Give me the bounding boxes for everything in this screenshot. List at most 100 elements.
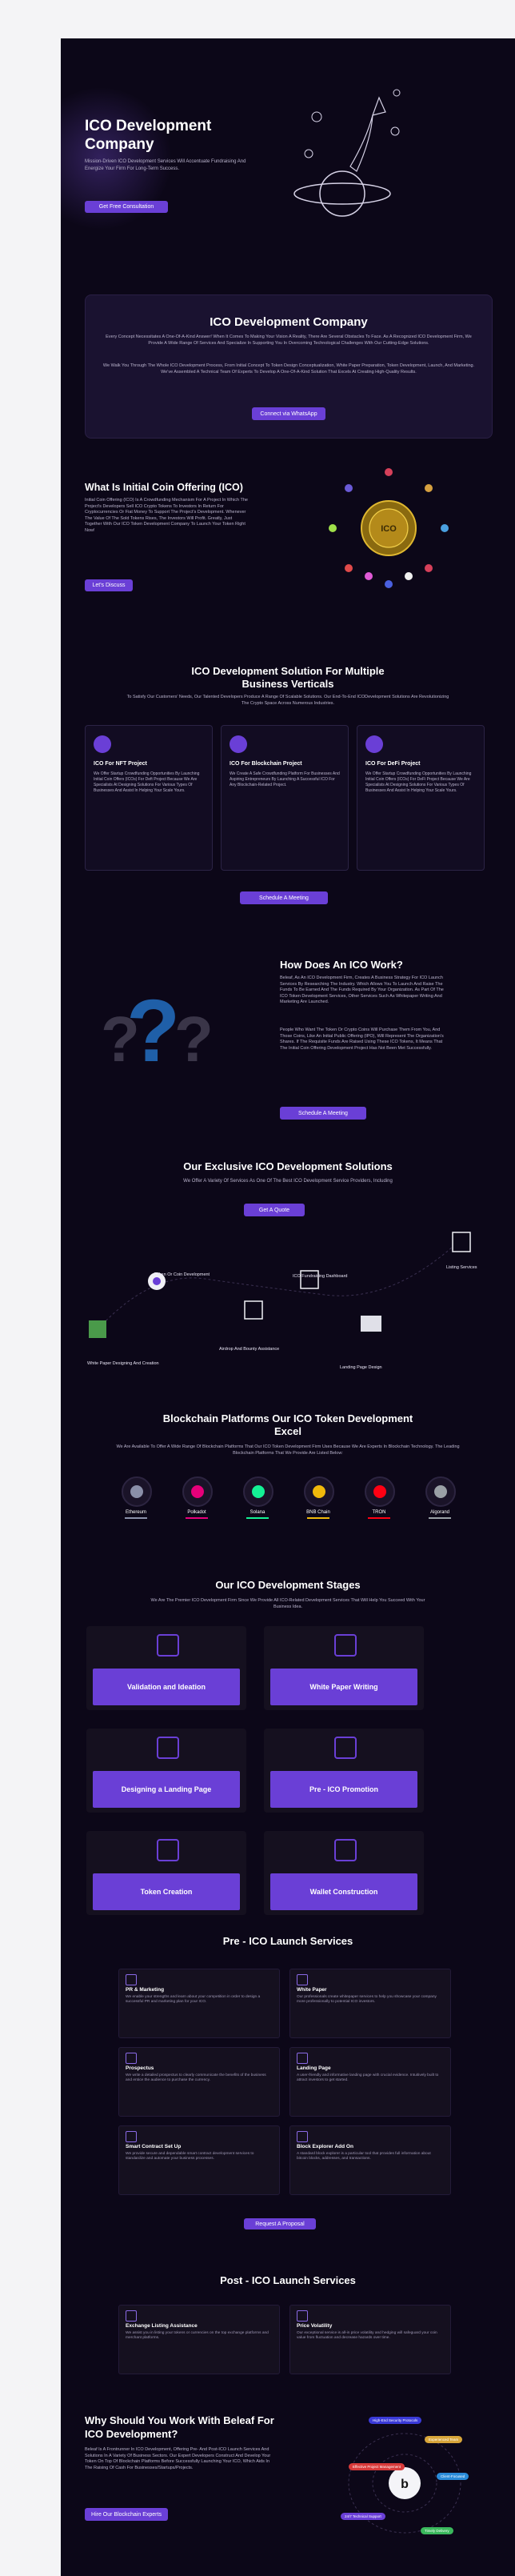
pre-launch-icon <box>297 2131 308 2142</box>
pre-launch-title: Landing Page <box>297 2065 331 2071</box>
intro-paragraph-2: We Walk You Through The Whole ICO Develo… <box>102 363 475 375</box>
platform-logo-icon <box>304 1476 334 1507</box>
post-launch-title: Exchange Listing Assistance <box>126 2323 198 2329</box>
why-beleaf-body: Beleaf Is A Frontrunner In ICO Developme… <box>85 2447 271 2470</box>
pre-launch-card: White Paper Our professionals create whit… <box>289 1969 451 2038</box>
pre-launch-card: Landing Page A user-friendly and informat… <box>289 2047 451 2117</box>
platform-logo-mark <box>191 1485 204 1498</box>
pre-launch-card: Prospectus We write a detailed prospectus… <box>118 2047 280 2117</box>
platform-item[interactable]: Algorand <box>425 1476 456 1519</box>
platform-underline <box>307 1517 329 1519</box>
stage-card: Token Creation <box>86 1831 246 1915</box>
platform-logo-icon <box>365 1476 395 1507</box>
stage-icon <box>334 1634 357 1657</box>
stage-icon <box>334 1737 357 1759</box>
stages-subtitle: We Are The Premier ICO Development Firm … <box>150 1598 425 1609</box>
platform-name: BNB Chain <box>306 1510 330 1515</box>
free-consultation-button[interactable]: Get Free Consultation <box>85 201 168 213</box>
vertical-card-title: ICO For DeFi Project <box>365 761 421 767</box>
vertical-card: ICO For Blockchain Project We Create A Sa… <box>221 725 349 871</box>
request-proposal-button[interactable]: Request A Proposal <box>244 2218 316 2229</box>
platform-name: Solana <box>250 1510 265 1515</box>
why-feature-pill: 24/7 Technical Support <box>341 2513 385 2520</box>
platform-name: TRON <box>372 1510 386 1515</box>
post-launch-body: Our exceptional service is all-in price … <box>297 2331 437 2341</box>
stage-icon <box>157 1634 179 1657</box>
stages-title: Our ICO Development Stages <box>215 1579 361 1591</box>
pre-launch-icon <box>126 1974 137 1985</box>
schedule-meeting-button[interactable]: Schedule A Meeting <box>240 891 328 904</box>
stage-label[interactable]: Designing a Landing Page <box>93 1771 240 1808</box>
how-ico-works-title: How Does An ICO Work? <box>280 959 403 971</box>
pre-launch-title: Pre - ICO Launch Services <box>222 1935 353 1947</box>
platform-item[interactable]: BNB Chain <box>304 1476 334 1519</box>
platform-item[interactable]: Ethereum <box>122 1476 152 1519</box>
platform-item[interactable]: Solana <box>243 1476 273 1519</box>
hire-experts-button[interactable]: Hire Our Blockchain Experts <box>85 2508 168 2521</box>
exclusive-solutions-subtitle: We Offer A Variety Of Services As One Of… <box>183 1179 393 1184</box>
vertical-card: ICO For DeFi Project We Offer Startup Cro… <box>357 725 485 871</box>
pre-launch-icon <box>297 1974 308 1985</box>
how-ico-works-paragraph-2: People Who Want The Token Or Crypto Coin… <box>280 1028 444 1051</box>
pre-launch-icon <box>297 2053 308 2064</box>
exclusive-solutions-title: Our Exclusive ICO Development Solutions <box>183 1160 393 1172</box>
pre-launch-body: A user-friendly and informative landing … <box>297 2073 439 2083</box>
post-launch-title: Price Volatility <box>297 2323 333 2329</box>
vertical-card-body: We Offer Startup Crowdfunding Opportunit… <box>94 771 200 793</box>
svg-text:?: ? <box>126 982 180 1079</box>
stage-card: Validation and Ideation <box>86 1626 246 1710</box>
schedule-meeting-button-2[interactable]: Schedule A Meeting <box>280 1107 366 1120</box>
intro-paragraph-1: Every Concept Necessitates A One-Of-A-Ki… <box>106 335 472 346</box>
pre-launch-title: Prospectus <box>126 2065 154 2071</box>
post-launch-title: Post - ICO Launch Services <box>220 2274 356 2286</box>
stage-label[interactable]: Validation and Ideation <box>93 1669 240 1705</box>
pre-launch-body: We enable your strengths and learn about… <box>126 1995 261 2005</box>
pre-launch-icon <box>126 2131 137 2142</box>
airdrop-bounty-label: Airdrop And Bounty Assistance <box>219 1347 280 1352</box>
pre-launch-title: White Paper <box>297 1987 327 1993</box>
platform-item[interactable]: TRON <box>365 1476 395 1519</box>
intro-title: ICO Development Company <box>210 315 368 329</box>
why-feature-pill: High-End Security Protocols <box>369 2417 422 2424</box>
platform-logo-mark <box>252 1485 265 1498</box>
platform-name: Algorand <box>429 1510 450 1515</box>
platform-name: Ethereum <box>125 1510 146 1515</box>
how-ico-works-paragraph-1: Beleaf, As An ICO Development Firm, Crea… <box>280 976 444 1004</box>
why-orbit-diagram: b <box>348 2433 461 2534</box>
platform-underline <box>368 1517 390 1519</box>
vertical-card-icon <box>94 735 111 753</box>
landing-page-design-label: Landing Page Design <box>340 1365 382 1370</box>
platform-logo-mark <box>373 1485 386 1498</box>
post-launch-card: Exchange Listing Assistance We assist you… <box>118 2305 280 2374</box>
vertical-card-body: We Create A Safe Crowdfunding Platform F… <box>230 771 340 787</box>
svg-text:?: ? <box>174 1004 214 1075</box>
stage-label[interactable]: Pre - ICO Promotion <box>270 1771 417 1808</box>
stage-label[interactable]: Wallet Construction <box>270 1873 417 1910</box>
vertical-card-title: ICO For NFT Project <box>94 761 147 767</box>
pre-launch-card: Smart Contract Set Up We provide secure a… <box>118 2125 280 2195</box>
svg-text:b: b <box>401 2478 409 2491</box>
stage-icon <box>334 1839 357 1861</box>
white-paper-designing-label: White Paper Designing And Creation <box>87 1361 159 1366</box>
platform-logo-mark <box>313 1485 325 1498</box>
platforms-title: Blockchain Platforms Our ICO Token Devel… <box>162 1412 413 1437</box>
pre-launch-body: We write a detailed prospectus to clearl… <box>126 2073 266 2083</box>
platform-underline <box>246 1517 269 1519</box>
pre-launch-title: Block Explorer Add On <box>297 2144 353 2149</box>
verticals-subtitle: To Satisfy Our Customers' Needs, Our Tal… <box>126 695 449 706</box>
pre-launch-icon <box>126 2053 137 2064</box>
stage-label[interactable]: Token Creation <box>93 1873 240 1910</box>
platform-item[interactable]: Polkadot <box>182 1476 213 1519</box>
stage-label[interactable]: White Paper Writing <box>270 1669 417 1705</box>
pre-launch-body: A standard block explorer is a particula… <box>297 2152 431 2161</box>
whatsapp-button[interactable]: Connect via WhatsApp <box>252 407 325 420</box>
platform-logo-icon <box>425 1476 456 1507</box>
platform-underline <box>186 1517 208 1519</box>
lets-discuss-button[interactable]: Let's Discuss <box>85 579 133 591</box>
get-quote-button[interactable]: Get A Quote <box>244 1204 305 1216</box>
why-feature-pill: Effective Project Management <box>349 2463 405 2470</box>
what-is-ico-body: Initial Coin Offering (ICO) Is A Crowdfu… <box>85 498 248 533</box>
vertical-card-body: We Offer Startup Crowdfunding Opportunit… <box>365 771 472 793</box>
platform-logo-icon <box>182 1476 213 1507</box>
platform-underline <box>429 1517 451 1519</box>
